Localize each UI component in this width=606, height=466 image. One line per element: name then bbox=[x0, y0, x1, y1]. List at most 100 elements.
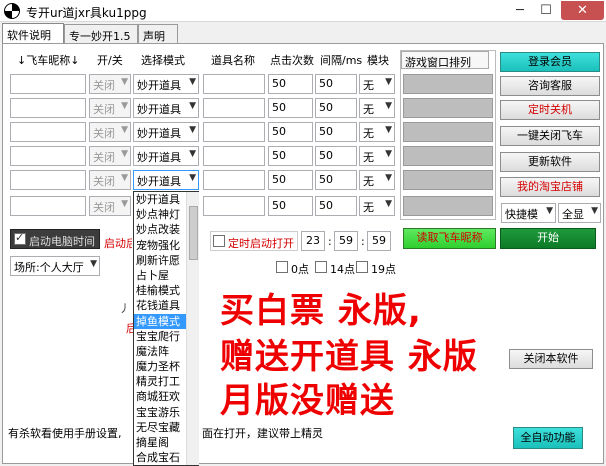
module-select[interactable]: 无 ▼ bbox=[359, 170, 395, 190]
mode-select[interactable]: 妙开道具 ▼ bbox=[133, 146, 199, 166]
tab-statement[interactable]: 声明 bbox=[138, 24, 178, 44]
close-button[interactable]: ✕ bbox=[561, 1, 604, 20]
hour-field[interactable]: 23 bbox=[301, 231, 325, 251]
update-software-button[interactable]: 更新软件 bbox=[500, 152, 600, 172]
module-select[interactable]: 无 ▼ bbox=[359, 196, 395, 216]
scheduled-shutdown-button[interactable]: 定时关机 bbox=[500, 100, 600, 120]
option-14-checkbox[interactable] bbox=[315, 261, 327, 273]
screen-mode-select[interactable]: 全显 ▼ bbox=[558, 203, 601, 223]
mode-select[interactable]: 妙开道具 ▼ bbox=[133, 74, 199, 94]
clicks-field[interactable]: 50 bbox=[268, 170, 313, 190]
module-select[interactable]: 无 ▼ bbox=[359, 98, 395, 118]
game-window-slot[interactable] bbox=[403, 146, 493, 166]
full-auto-button[interactable]: 全自动功能 bbox=[513, 427, 583, 449]
item-name-field[interactable] bbox=[203, 74, 265, 94]
onoff-value: 关闭 bbox=[93, 201, 115, 214]
nickname-field[interactable] bbox=[10, 146, 86, 166]
footer-hint-left: 有杀软看使用手册设置, bbox=[8, 427, 122, 440]
item-name-field[interactable] bbox=[203, 170, 265, 190]
item-name-field[interactable] bbox=[203, 98, 265, 118]
nickname-field[interactable] bbox=[10, 122, 86, 142]
module-value: 无 bbox=[363, 175, 374, 188]
mode-select[interactable]: 妙开道具 ▼ bbox=[133, 122, 199, 142]
clicks-field[interactable]: 50 bbox=[268, 98, 313, 118]
shortcut-mode-select[interactable]: 快捷模 ▼ bbox=[501, 203, 556, 223]
chevron-down-icon: ▼ bbox=[121, 125, 128, 135]
login-member-button[interactable]: 登录会员 bbox=[500, 52, 600, 72]
minute-field[interactable]: 59 bbox=[334, 231, 358, 251]
module-select[interactable]: 无 ▼ bbox=[359, 146, 395, 166]
game-window-sort-tab[interactable]: 游戏窗口排列 bbox=[401, 51, 489, 69]
close-all-racers-button[interactable]: 一键关闭飞车 bbox=[500, 126, 600, 146]
item-name-field[interactable] bbox=[203, 146, 265, 166]
game-window-slot[interactable] bbox=[403, 196, 493, 216]
mode-value: 妙开道具 bbox=[137, 175, 181, 188]
game-window-slot[interactable] bbox=[403, 98, 493, 118]
interval-field[interactable]: 50 bbox=[315, 170, 357, 190]
chevron-down-icon: ▼ bbox=[189, 77, 196, 87]
auto-start-checkbox[interactable] bbox=[14, 231, 26, 245]
game-window-slot[interactable] bbox=[403, 170, 493, 190]
interval-field[interactable]: 50 bbox=[315, 122, 357, 142]
tab-software-info[interactable]: 软件说明 bbox=[2, 23, 64, 44]
tab-miaokai[interactable]: 专一妙开1.5 bbox=[64, 24, 138, 44]
chevron-down-icon: ▼ bbox=[90, 259, 97, 269]
game-window-slot[interactable] bbox=[403, 74, 493, 94]
nickname-field[interactable] bbox=[10, 196, 86, 216]
chevron-down-icon: ▼ bbox=[189, 101, 196, 111]
title-bar: 专开ur道jxr具ku1ppg ─ ☐ ✕ bbox=[0, 0, 606, 22]
nickname-field[interactable] bbox=[10, 98, 86, 118]
start-button[interactable]: 开始 bbox=[500, 228, 596, 249]
clicks-field[interactable]: 50 bbox=[268, 74, 313, 94]
module-select[interactable]: 无 ▼ bbox=[359, 74, 395, 94]
chevron-down-icon: ▼ bbox=[121, 77, 128, 87]
taobao-store-button[interactable]: 我的淘宝店铺 bbox=[500, 177, 600, 197]
onoff-select[interactable]: 关闭 ▼ bbox=[89, 170, 131, 190]
chevron-down-icon: ▼ bbox=[121, 101, 128, 111]
second-field[interactable]: 59 bbox=[367, 231, 391, 251]
option-19-checkbox[interactable] bbox=[356, 261, 368, 273]
module-value: 无 bbox=[363, 127, 374, 140]
nickname-field[interactable] bbox=[10, 170, 86, 190]
onoff-value: 关闭 bbox=[93, 151, 115, 164]
module-select[interactable]: 无 ▼ bbox=[359, 122, 395, 142]
game-window-slot[interactable] bbox=[403, 122, 493, 142]
timer-start-label: 定时启动打开 bbox=[228, 237, 294, 250]
module-value: 无 bbox=[363, 79, 374, 92]
timer-start-checkbox[interactable] bbox=[213, 235, 225, 247]
option-0-checkbox[interactable] bbox=[276, 261, 288, 273]
maximize-button[interactable]: ☐ bbox=[533, 1, 559, 20]
clicks-field[interactable]: 50 bbox=[268, 196, 313, 216]
onoff-select[interactable]: 关闭 ▼ bbox=[89, 122, 131, 142]
onoff-select[interactable]: 关闭 ▼ bbox=[89, 98, 131, 118]
onoff-select[interactable]: 关闭 ▼ bbox=[89, 146, 131, 166]
interval-field[interactable]: 50 bbox=[315, 74, 357, 94]
customer-service-button[interactable]: 咨询客服 bbox=[500, 76, 600, 96]
mode-select-open[interactable]: 妙开道具 ▼ bbox=[133, 170, 199, 190]
minimize-button[interactable]: ─ bbox=[507, 1, 533, 20]
read-nickname-button[interactable]: 读取飞车昵称 bbox=[403, 228, 496, 249]
location-value: 场所:个人大厅 bbox=[14, 261, 84, 274]
close-software-button[interactable]: 关闭本软件 bbox=[509, 349, 593, 369]
header-onoff: 开/关 bbox=[97, 54, 123, 67]
chevron-down-icon: ▼ bbox=[546, 206, 553, 216]
onoff-value: 关闭 bbox=[93, 127, 115, 140]
interval-field[interactable]: 50 bbox=[315, 98, 357, 118]
nickname-field[interactable] bbox=[10, 74, 86, 94]
auto-start-hint: 启动后 bbox=[104, 237, 132, 250]
item-name-field[interactable] bbox=[203, 122, 265, 142]
header-mode: 选择模式 bbox=[141, 54, 185, 67]
item-name-field[interactable] bbox=[203, 196, 265, 216]
clicks-field[interactable]: 50 bbox=[268, 122, 313, 142]
dropdown-scroll-thumb[interactable] bbox=[189, 206, 198, 260]
mode-select[interactable]: 妙开道具 ▼ bbox=[133, 98, 199, 118]
onoff-value: 关闭 bbox=[93, 103, 115, 116]
dropdown-scrollbar[interactable] bbox=[186, 192, 199, 465]
onoff-select[interactable]: 关闭 ▼ bbox=[89, 74, 131, 94]
interval-field[interactable]: 50 bbox=[315, 146, 357, 166]
onoff-select[interactable]: 关闭 ▼ bbox=[89, 196, 131, 216]
location-select[interactable]: 场所:个人大厅 ▼ bbox=[10, 256, 100, 276]
window-title: 专开ur道jxr具ku1ppg bbox=[26, 6, 147, 20]
clicks-field[interactable]: 50 bbox=[268, 146, 313, 166]
interval-field[interactable]: 50 bbox=[315, 196, 357, 216]
